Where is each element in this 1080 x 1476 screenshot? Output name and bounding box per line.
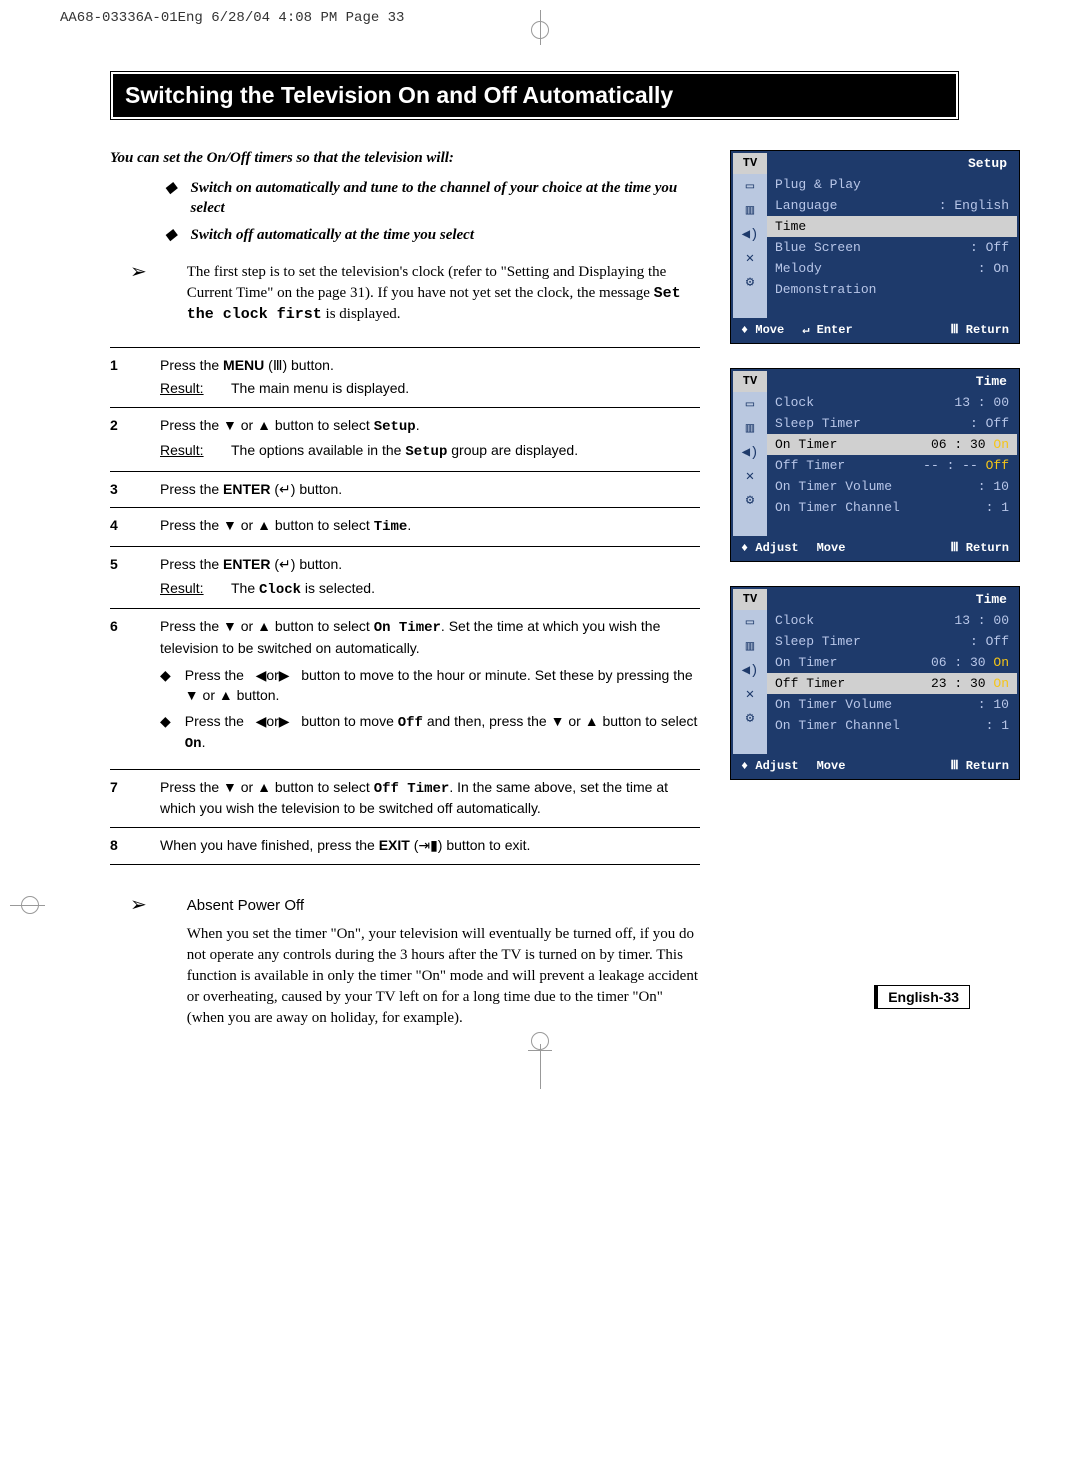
osd-tv-label: TV [733,153,767,174]
osd-menu-1: TVSetup▭▥◀)✕⚙ Plug & PlayLanguage: Englis… [730,150,1020,344]
osd-row: On Timer Channel: 1 [767,715,1017,736]
osd-footer-hint: ♦ Move [741,322,784,337]
osd-menu-3: TVTime▭▥◀)✕⚙ Clock13 : 00Sleep Timer: Off… [730,586,1020,780]
osd-row: On Timer06 : 30 On [767,652,1017,673]
osd-tv-label: TV [733,371,767,392]
osd-row: Blue Screen: Off [767,237,1017,258]
osd-sidebar-icon: ▥ [733,416,767,440]
osd-title: Setup [767,153,1017,174]
osd-title: Time [767,371,1017,392]
osd-sidebar-icon: ✕ [733,246,767,270]
osd-row: Sleep Timer: Off [767,413,1017,434]
page-title: Switching the Television On and Off Auto… [113,74,956,117]
osd-sidebar-icon: ✕ [733,682,767,706]
osd-sidebar-icon: ◀) [733,440,767,464]
step-1: 1Press the MENU (Ⅲ) button.Result:The ma… [110,347,700,407]
osd-row: Clock13 : 00 [767,392,1017,413]
osd-row: On Timer06 : 30 On [767,434,1017,455]
step-8: 8When you have finished, press the EXIT … [110,827,700,865]
osd-row: Plug & Play [767,174,1017,195]
crop-mark-bottom [520,1034,560,1089]
step-2: 2Press the ▼ or ▲ button to select Setup… [110,407,700,471]
step-4: 4Press the ▼ or ▲ button to select Time. [110,507,700,546]
osd-footer-hint: Ⅲ Return [950,540,1009,555]
note-arrow-icon: ➢ [130,262,147,325]
intro-bullet: ◆Switch on automatically and tune to the… [165,179,700,218]
osd-footer-hint: ♦ Adjust [741,540,799,555]
osd-tv-label: TV [733,589,767,610]
absent-power-off-note: Absent Power Off When you set the timer … [187,895,700,1029]
intro-bullet: ◆Switch off automatically at the time yo… [165,226,700,246]
step-5: 5Press the ENTER (↵) button.Result:The C… [110,546,700,608]
print-header: AA68-03336A-01Eng 6/28/04 4:08 PM Page 3… [0,0,1080,26]
osd-footer-hint: Ⅲ Return [950,322,1009,337]
step-3: 3Press the ENTER (↵) button. [110,471,700,508]
osd-row: Off Timer23 : 30 On [767,673,1017,694]
osd-footer-hint: ♦ Adjust [741,758,799,773]
osd-sidebar-icon: ⚙ [733,488,767,512]
osd-row: Language: English [767,195,1017,216]
osd-footer-hint: Move [817,758,846,773]
osd-sidebar-icon [733,512,767,536]
note-arrow-icon: ➢ [130,895,147,1029]
osd-row: On Timer Volume: 10 [767,476,1017,497]
intro-text: You can set the On/Off timers so that th… [110,150,700,167]
osd-sidebar-icon: ▭ [733,610,767,634]
osd-footer-hint: Move [817,540,846,555]
osd-row: On Timer Channel: 1 [767,497,1017,518]
osd-row: Melody: On [767,258,1017,279]
step-6: 6Press the ▼ or ▲ button to select On Ti… [110,608,700,769]
note-text: The first step is to set the television'… [187,262,700,325]
osd-row: Demonstration [767,279,1017,300]
osd-sidebar-icon [733,294,767,318]
page-number: English-33 [874,985,970,1009]
osd-sidebar-icon [733,730,767,754]
osd-menu-2: TVTime▭▥◀)✕⚙ Clock13 : 00Sleep Timer: Off… [730,368,1020,562]
osd-sidebar-icon: ⚙ [733,706,767,730]
osd-title: Time [767,589,1017,610]
osd-footer-hint: ↵ Enter [802,322,852,337]
step-7: 7Press the ▼ or ▲ button to select Off T… [110,769,700,827]
osd-sidebar-icon: ▥ [733,198,767,222]
osd-row: Off Timer-- : -- Off [767,455,1017,476]
osd-row: On Timer Volume: 10 [767,694,1017,715]
osd-sidebar-icon: ◀) [733,222,767,246]
osd-sidebar-icon: ▥ [733,634,767,658]
osd-sidebar-icon: ▭ [733,174,767,198]
osd-footer-hint: Ⅲ Return [950,758,1009,773]
osd-sidebar-icon: ▭ [733,392,767,416]
osd-row: Time [767,216,1017,237]
osd-sidebar-icon: ◀) [733,658,767,682]
osd-sidebar-icon: ⚙ [733,270,767,294]
osd-row: Clock13 : 00 [767,610,1017,631]
osd-sidebar-icon: ✕ [733,464,767,488]
osd-row: Sleep Timer: Off [767,631,1017,652]
